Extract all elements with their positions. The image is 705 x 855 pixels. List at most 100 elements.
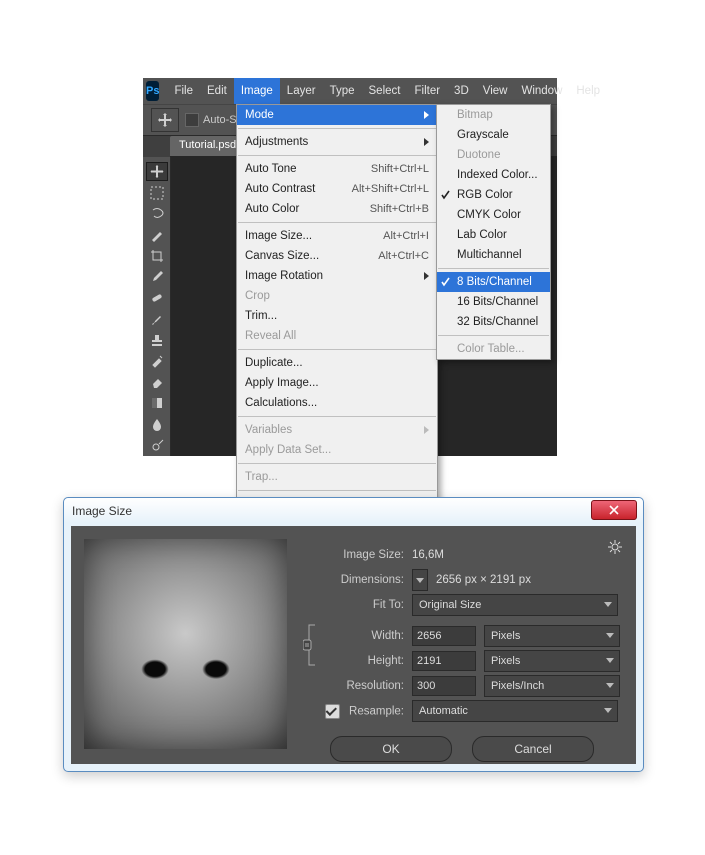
move-tool[interactable]: [146, 162, 168, 181]
select-value: Pixels/Inch: [491, 680, 544, 692]
resolution-unit-select[interactable]: Pixels/Inch: [484, 675, 620, 697]
menu-item-label: Image Rotation: [245, 270, 323, 282]
menu-window[interactable]: Window: [514, 78, 569, 104]
preview-thumbnail[interactable]: [84, 539, 287, 749]
mode-8bit[interactable]: 8 Bits/Channel: [437, 272, 550, 292]
lasso-icon: [150, 207, 164, 221]
menu-help[interactable]: Help: [569, 78, 607, 104]
lasso-tool[interactable]: [146, 204, 168, 223]
height-input[interactable]: [412, 651, 476, 671]
menu-view[interactable]: View: [476, 78, 515, 104]
image-size-value: 16,6M: [412, 549, 444, 561]
dimensions-unit-button[interactable]: [412, 569, 428, 591]
height-unit-select[interactable]: Pixels: [484, 650, 620, 672]
menu-item-canvas-size[interactable]: Canvas Size...Alt+Ctrl+C: [237, 246, 437, 266]
menu-item-auto-contrast[interactable]: Auto ContrastAlt+Shift+Ctrl+L: [237, 179, 437, 199]
menu-item-label: Image Size...: [245, 230, 312, 242]
marquee-tool[interactable]: [146, 183, 168, 202]
mode-16bit[interactable]: 16 Bits/Channel: [437, 292, 550, 312]
healing-tool[interactable]: [146, 288, 168, 307]
fit-to-select[interactable]: Original Size: [412, 594, 618, 616]
menu-item-label: Trim...: [245, 310, 277, 322]
menu-3d[interactable]: 3D: [447, 78, 476, 104]
history-brush-tool[interactable]: [146, 352, 168, 371]
ok-button[interactable]: OK: [330, 736, 452, 762]
dialog-titlebar[interactable]: Image Size: [64, 498, 643, 523]
menubar: Ps File Edit Image Layer Type Select Fil…: [143, 78, 557, 104]
cancel-button[interactable]: Cancel: [472, 736, 594, 762]
mode-multichannel[interactable]: Multichannel: [437, 245, 550, 265]
menu-item-label: 8 Bits/Channel: [457, 276, 532, 288]
menu-item-auto-color[interactable]: Auto ColorShift+Ctrl+B: [237, 199, 437, 219]
select-value: Automatic: [419, 705, 468, 717]
mode-indexed[interactable]: Indexed Color...: [437, 165, 550, 185]
document-tab[interactable]: Tutorial.psd: [170, 136, 245, 158]
submenu-arrow-icon: [424, 138, 429, 146]
eraser-tool[interactable]: [146, 373, 168, 392]
resolution-input[interactable]: [412, 676, 476, 696]
mode-grayscale[interactable]: Grayscale: [437, 125, 550, 145]
gradient-tool[interactable]: [146, 394, 168, 413]
menu-item-label: Trap...: [245, 471, 278, 483]
menu-item-image-rotation[interactable]: Image Rotation: [237, 266, 437, 286]
menu-item-duplicate[interactable]: Duplicate...: [237, 353, 437, 373]
menu-item-apply-data-set: Apply Data Set...: [237, 440, 437, 460]
menu-item-calculations[interactable]: Calculations...: [237, 393, 437, 413]
history-brush-icon: [150, 354, 164, 368]
mode-duotone: Duotone: [437, 145, 550, 165]
menu-item-label: Color Table...: [457, 343, 525, 355]
menu-item-image-size[interactable]: Image Size...Alt+Ctrl+I: [237, 226, 437, 246]
settings-button[interactable]: [608, 540, 622, 554]
brush-tool[interactable]: [146, 310, 168, 329]
resample-checkbox[interactable]: [325, 704, 340, 719]
fit-to-label: Fit To:: [304, 599, 412, 611]
menu-select[interactable]: Select: [362, 78, 408, 104]
stamp-tool[interactable]: [146, 331, 168, 350]
auto-select-checkbox[interactable]: [185, 113, 199, 127]
brush-icon: [150, 312, 164, 326]
mode-32bit[interactable]: 32 Bits/Channel: [437, 312, 550, 332]
crop-icon: [150, 249, 164, 263]
select-value: Pixels: [491, 655, 520, 667]
dodge-icon: [150, 439, 164, 453]
dimensions-value: 2656 px × 2191 px: [436, 574, 531, 586]
wand-icon: [150, 228, 164, 242]
menu-image[interactable]: Image: [234, 78, 280, 104]
menu-item-label: Auto Tone: [245, 163, 297, 175]
width-unit-select[interactable]: Pixels: [484, 625, 620, 647]
menu-item-label: Mode: [245, 109, 274, 121]
mode-rgb[interactable]: RGB Color: [437, 185, 550, 205]
menu-item-apply-image[interactable]: Apply Image...: [237, 373, 437, 393]
menu-file[interactable]: File: [167, 78, 200, 104]
menu-item-label: Calculations...: [245, 397, 317, 409]
menu-item-label: Duotone: [457, 149, 500, 161]
active-tool-indicator[interactable]: [151, 108, 179, 132]
image-size-label: Image Size:: [304, 549, 412, 561]
resample-select[interactable]: Automatic: [412, 700, 618, 722]
width-input[interactable]: [412, 626, 476, 646]
menu-type[interactable]: Type: [323, 78, 362, 104]
crop-tool[interactable]: [146, 246, 168, 265]
blur-tool[interactable]: [146, 415, 168, 434]
mode-lab[interactable]: Lab Color: [437, 225, 550, 245]
check-icon: [441, 277, 451, 287]
menu-item-mode[interactable]: Mode: [237, 105, 437, 125]
dodge-tool[interactable]: [146, 436, 168, 455]
auto-select-label: Auto-S: [203, 114, 237, 126]
menu-item-label: 16 Bits/Channel: [457, 296, 538, 308]
menu-item-reveal-all: Reveal All: [237, 326, 437, 346]
eraser-icon: [150, 375, 164, 389]
close-button[interactable]: [591, 500, 637, 520]
menu-filter[interactable]: Filter: [407, 78, 447, 104]
menu-item-adjustments[interactable]: Adjustments: [237, 132, 437, 152]
eyedropper-tool[interactable]: [146, 267, 168, 286]
menu-item-trim[interactable]: Trim...: [237, 306, 437, 326]
mode-cmyk[interactable]: CMYK Color: [437, 205, 550, 225]
menu-item-auto-tone[interactable]: Auto ToneShift+Ctrl+L: [237, 159, 437, 179]
menu-item-label: Reveal All: [245, 330, 296, 342]
menu-layer[interactable]: Layer: [280, 78, 323, 104]
wand-tool[interactable]: [146, 225, 168, 244]
menu-item-label: Multichannel: [457, 249, 522, 261]
move-icon: [157, 112, 173, 128]
menu-edit[interactable]: Edit: [200, 78, 234, 104]
